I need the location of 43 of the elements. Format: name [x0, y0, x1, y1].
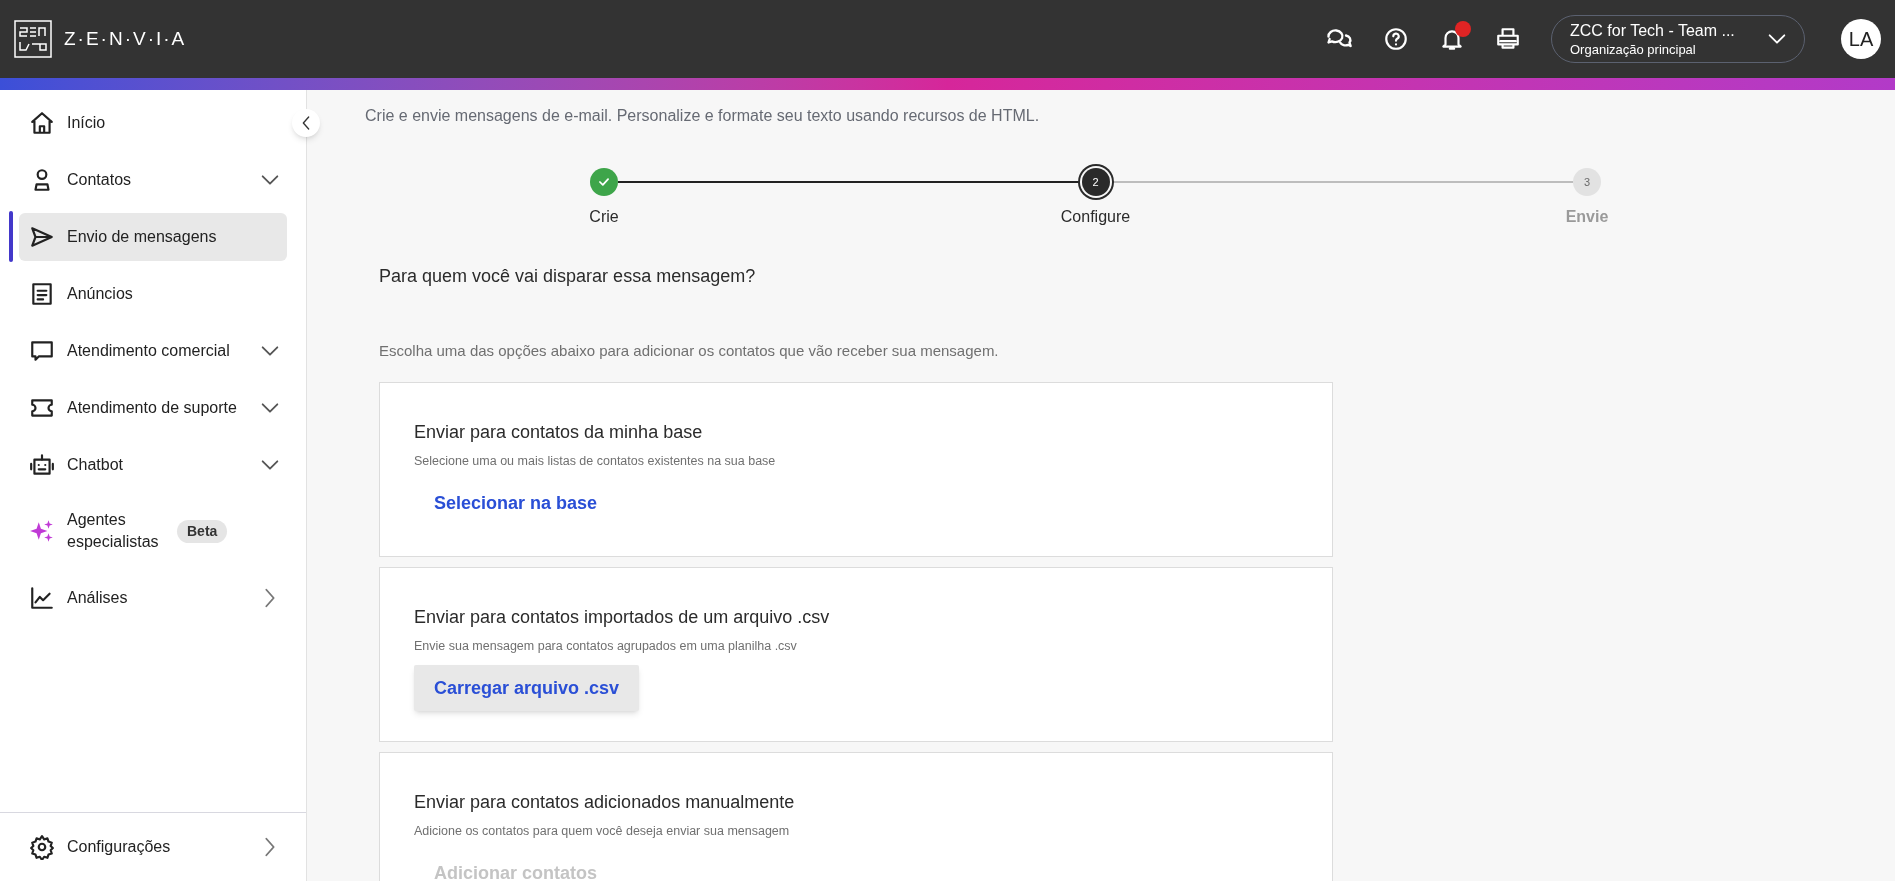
organization-type: Organização principal: [1570, 40, 1697, 58]
sidebar-item[interactable]: Envio de mensagens: [19, 212, 287, 261]
printer-icon[interactable]: [1495, 26, 1521, 52]
step-indicator: 2: [1081, 168, 1110, 196]
sidebar-item[interactable]: Agentes especialistas Beta: [19, 507, 287, 555]
collapse-sidebar-button[interactable]: [292, 109, 320, 137]
page-subtitle: Crie e envie mensagens de e-mail. Personalize e formate seu texto usando recursos de HTML.: [365, 106, 1041, 126]
line-chart-icon: [29, 584, 55, 611]
beta-badge: Beta: [177, 519, 228, 543]
option-action-button[interactable]: Selecionar na base: [414, 480, 618, 527]
step-label: Envie: [1565, 207, 1609, 227]
robot-icon: [29, 451, 55, 478]
settings-icon: [29, 834, 55, 860]
sidebar-item[interactable]: Atendimento comercial: [19, 326, 287, 375]
section-instruction: Escolha uma das opções abaixo para adicionar os contatos que vão receber sua mensagem.: [379, 341, 1000, 361]
sidebar-item[interactable]: Contatos: [19, 155, 287, 204]
logo-icon: [14, 20, 52, 58]
option-description: Selecione uma ou mais listas de contatos existentes na sua base: [414, 452, 777, 470]
sidebar-item[interactable]: Anúncios: [19, 269, 287, 318]
option-description: Adicione os contatos para quem você deseja enviar sua mensagem: [414, 822, 791, 840]
sparkle-icon: [29, 518, 55, 544]
step-indicator: 3: [1573, 168, 1601, 196]
checkmark-icon: [597, 175, 611, 189]
home-icon: [29, 109, 55, 136]
option-title: Enviar para contatos adicionados manualmente: [414, 790, 796, 814]
logo-text: Z·E·N·V·I·A: [64, 26, 187, 51]
organization-name: ZCC for Tech - Team ...: [1570, 20, 1736, 41]
help-icon[interactable]: [1383, 26, 1409, 52]
settings-item[interactable]: Configurações: [19, 823, 287, 871]
sidebar-item[interactable]: Análises: [19, 573, 287, 622]
option-title: Enviar para contatos da minha base: [414, 420, 704, 444]
sidebar-item[interactable]: Início: [19, 98, 287, 147]
option-action-button[interactable]: Carregar arquivo .csv: [414, 665, 640, 712]
document-icon: [29, 280, 55, 307]
step-label: Configure: [1060, 207, 1131, 227]
step-label: Crie: [589, 207, 619, 227]
sidebar-item[interactable]: Atendimento de suporte: [19, 383, 287, 432]
user-avatar[interactable]: LA: [1841, 19, 1881, 59]
option-title: Enviar para contatos importados de um arquivo .csv: [414, 605, 831, 629]
section-question: Para quem você vai disparar essa mensagem?: [379, 265, 757, 288]
active-indicator: [9, 211, 13, 262]
option-description: Envie sua mensagem para contatos agrupados em uma planilha .csv: [414, 637, 798, 655]
sidebar-item[interactable]: Chatbot: [19, 440, 287, 489]
